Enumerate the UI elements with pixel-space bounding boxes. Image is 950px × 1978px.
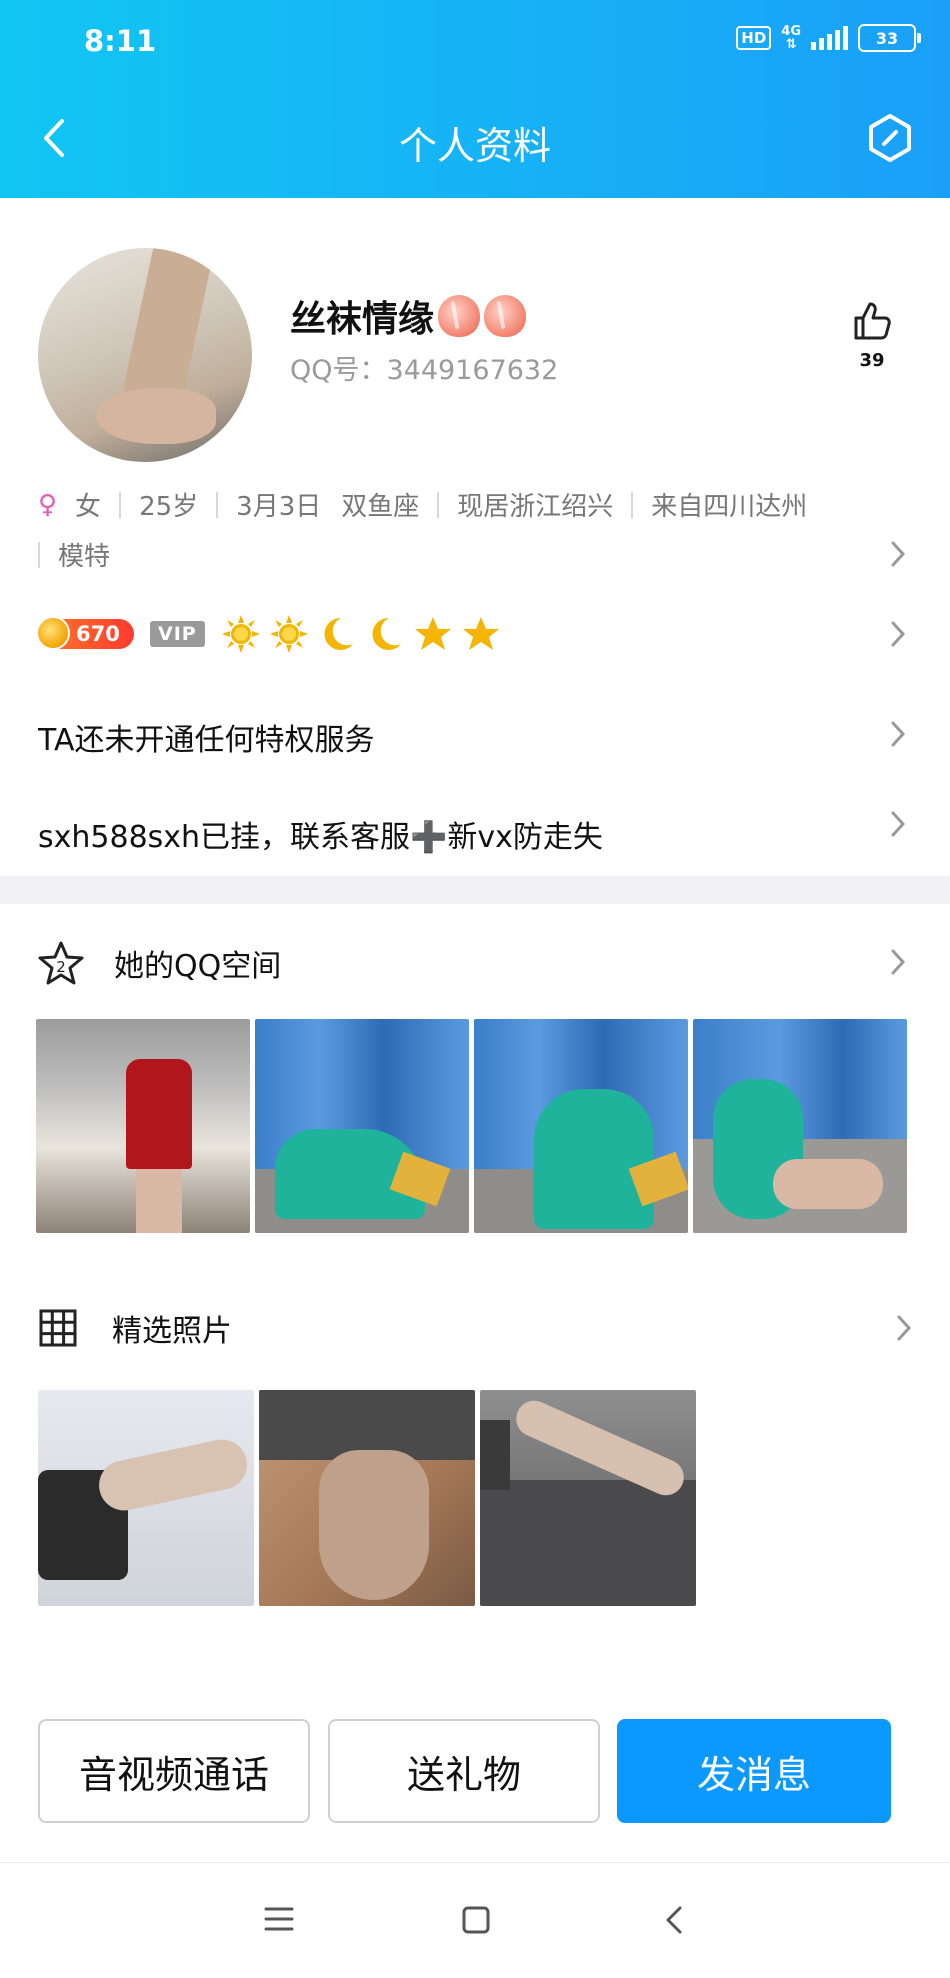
hexagon-settings-icon <box>869 114 911 162</box>
qzone-photo[interactable] <box>474 1019 688 1233</box>
grid-icon <box>39 1309 77 1347</box>
featured-title: 精选照片 <box>112 1314 232 1349</box>
coin-badge: 670 <box>36 616 134 650</box>
nickname: 丝袜情缘 <box>290 290 527 342</box>
chevron-right-icon[interactable] <box>890 720 906 748</box>
chevron-right-icon[interactable] <box>890 948 906 976</box>
featured-header[interactable]: 精选照片 <box>38 1306 232 1350</box>
qzone-photos <box>36 1019 907 1233</box>
featured-photo[interactable] <box>480 1390 696 1606</box>
section-divider <box>0 876 950 904</box>
profile-info-line[interactable]: ♀ 女 25岁 3月3日 双鱼座 现居浙江绍兴 来自四川达州 <box>38 486 807 523</box>
featured-photo[interactable] <box>259 1390 475 1606</box>
network-type: 4G ⇅ <box>781 24 801 52</box>
chevron-right-icon[interactable] <box>896 1314 912 1342</box>
age: 25岁 <box>139 492 199 522</box>
qq-number: QQ号：3449167632 <box>290 355 559 386</box>
video-call-button[interactable]: 音视频通话 <box>38 1719 310 1823</box>
like-button[interactable] <box>846 298 898 346</box>
female-icon: ♀ <box>38 489 58 520</box>
status-time: 8:11 <box>84 24 157 58</box>
vip-badge: VIP <box>150 621 205 647</box>
page-title: 个人资料 <box>398 124 551 168</box>
like-count: 39 <box>859 350 885 371</box>
featured-photos <box>38 1390 696 1606</box>
qzone-photo[interactable] <box>255 1019 469 1233</box>
coin-icon <box>36 616 70 650</box>
moon-icon <box>372 617 401 650</box>
sun-icon <box>221 615 260 653</box>
level-row[interactable]: 670 VIP <box>36 612 501 656</box>
star-icon <box>462 617 499 650</box>
hd-icon: HD <box>736 26 772 50</box>
send-gift-button[interactable]: 送礼物 <box>328 1719 600 1823</box>
qzone-header[interactable]: 2 她的QQ空间 <box>38 940 281 986</box>
qzone-star-icon: 2 <box>38 941 84 985</box>
moon-icon <box>324 617 353 650</box>
occupation: 模特 <box>58 542 111 572</box>
settings-button[interactable] <box>864 112 916 164</box>
star-icon <box>414 617 451 650</box>
peach-emoji-icon <box>484 295 527 337</box>
featured-photo[interactable] <box>38 1390 254 1606</box>
signal-icon <box>811 26 848 50</box>
profile-info-line-2[interactable]: 模特 <box>38 536 110 573</box>
gender: 女 <box>75 492 102 522</box>
header-bar: 8:11 HD 4G ⇅ 33 个人资料 <box>0 0 950 198</box>
signature-row[interactable]: sxh588sxh已挂，联系客服➕新vx防走失 <box>38 812 603 856</box>
birthday: 3月3日 <box>236 492 322 522</box>
chevron-right-icon[interactable] <box>890 620 906 648</box>
system-nav-bar <box>0 1862 950 1978</box>
location: 现居浙江绍兴 <box>457 492 614 522</box>
home-icon[interactable] <box>461 1905 491 1935</box>
sun-icon <box>269 615 308 653</box>
privilege-row[interactable]: TA还未开通任何特权服务 <box>38 715 375 759</box>
chevron-right-icon[interactable] <box>890 810 906 838</box>
menu-icon[interactable] <box>263 1905 295 1933</box>
zodiac: 双鱼座 <box>341 492 420 522</box>
thumbs-up-icon <box>854 302 891 340</box>
back-nav-icon[interactable] <box>664 1905 684 1935</box>
svg-text:2: 2 <box>56 958 66 976</box>
qzone-title: 她的QQ空间 <box>114 949 282 984</box>
chevron-right-icon[interactable] <box>890 540 906 568</box>
peach-emoji-icon <box>438 295 481 337</box>
qzone-photo[interactable] <box>693 1019 907 1233</box>
qzone-photo[interactable] <box>36 1019 250 1233</box>
status-indicators: HD 4G ⇅ 33 <box>736 24 921 52</box>
battery-icon: 33 <box>858 24 921 52</box>
send-message-button[interactable]: 发消息 <box>617 1719 891 1823</box>
nickname-text: 丝袜情缘 <box>290 299 435 340</box>
avatar[interactable] <box>38 248 252 462</box>
hometown: 来自四川达州 <box>651 492 808 522</box>
qq-level-icons <box>221 614 501 654</box>
